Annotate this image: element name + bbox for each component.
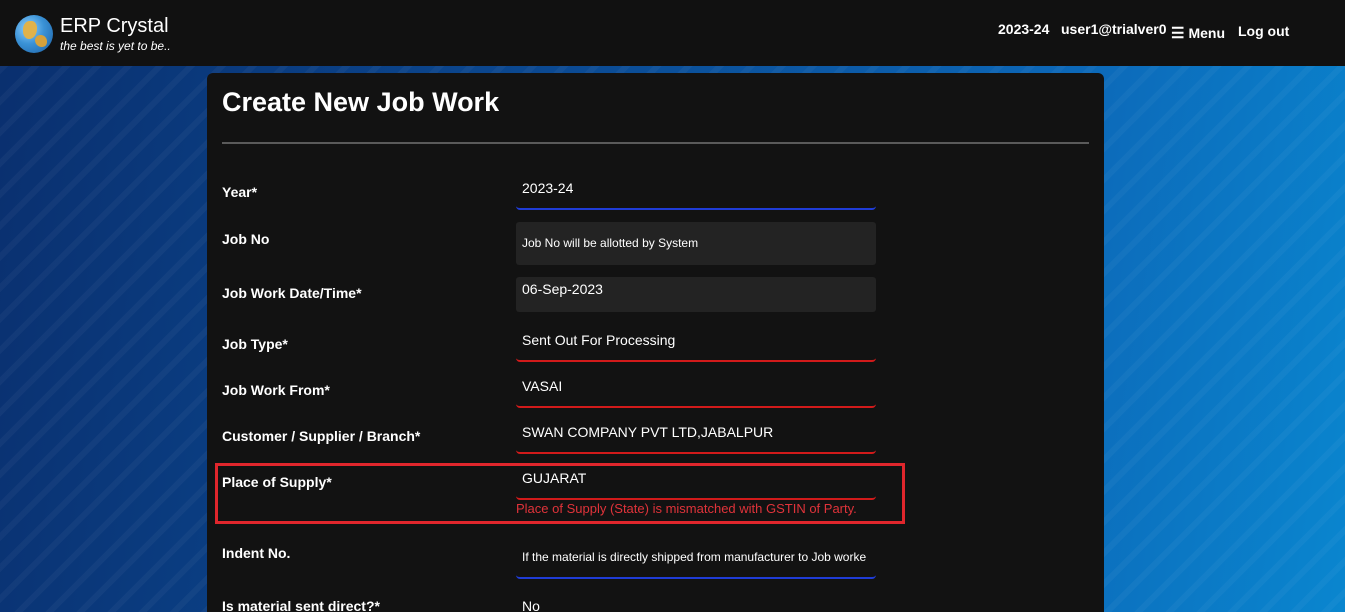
job-type-label: Job Type* <box>222 336 288 352</box>
year-label: Year* <box>222 184 258 200</box>
job-work-from-label: Job Work From* <box>222 382 330 398</box>
job-work-form-card: Create New Job Work Year* 2023-24 Job No… <box>207 73 1104 612</box>
hamburger-icon: ☰ <box>1171 25 1185 42</box>
place-of-supply-label: Place of Supply* <box>222 474 332 490</box>
job-work-date-label: Job Work Date/Time* <box>222 285 362 301</box>
customer-select[interactable]: SWAN COMPANY PVT LTD,JABALPUR <box>516 421 876 454</box>
customer-label: Customer / Supplier / Branch* <box>222 428 421 444</box>
top-navbar: ERP Crystal the best is yet to be.. 2023… <box>0 0 1345 66</box>
job-work-date-field: 06-Sep-2023 <box>516 277 876 312</box>
job-no-field: Job No will be allotted by System <box>516 222 876 265</box>
brand-tagline: the best is yet to be.. <box>60 39 171 53</box>
material-sent-direct-label: Is material sent direct?* <box>222 598 380 612</box>
indent-no-input[interactable]: If the material is directly shipped from… <box>516 537 876 579</box>
indent-no-label: Indent No. <box>222 545 291 561</box>
financial-year-link[interactable]: 2023-24 <box>998 21 1049 37</box>
year-select[interactable]: 2023-24 <box>516 177 876 210</box>
brand-title[interactable]: ERP Crystal <box>60 15 169 38</box>
page-title: Create New Job Work <box>222 87 500 117</box>
job-type-select[interactable]: Sent Out For Processing <box>516 329 876 362</box>
menu-label: Menu <box>1188 25 1226 41</box>
material-sent-direct-select[interactable]: No <box>516 595 876 612</box>
user-account-link[interactable]: user1@trialver0 <box>1061 21 1167 37</box>
place-of-supply-error: Place of Supply (State) is mismatched wi… <box>516 501 857 516</box>
globe-logo-icon[interactable] <box>15 15 53 53</box>
menu-button[interactable]: ☰ Menu <box>1171 24 1225 42</box>
job-work-from-select[interactable]: VASAI <box>516 375 876 408</box>
logout-link[interactable]: Log out <box>1238 23 1289 39</box>
title-divider <box>222 142 1089 144</box>
job-no-label: Job No <box>222 231 270 247</box>
place-of-supply-select[interactable]: GUJARAT <box>516 467 876 500</box>
